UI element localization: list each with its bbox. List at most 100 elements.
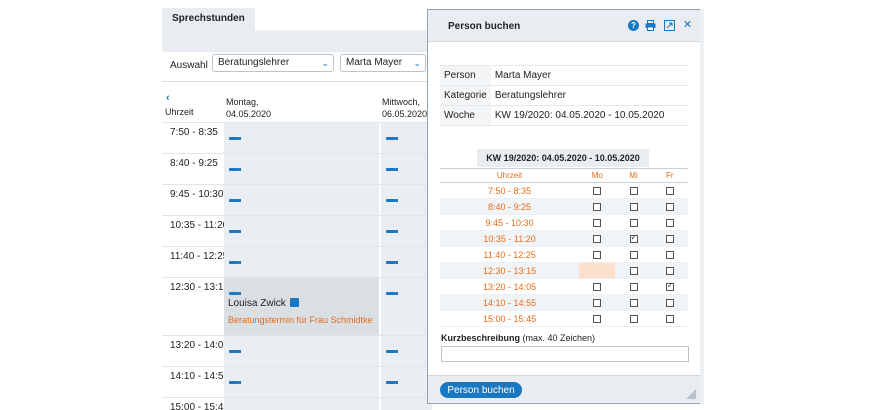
slot-checkbox-mo[interactable] — [593, 219, 602, 228]
slot-icon[interactable] — [386, 350, 398, 353]
slot-icon[interactable] — [386, 168, 398, 171]
slot-cell-wednesday[interactable] — [381, 367, 432, 397]
slot-row: 15:00 - 15:45 — [440, 310, 688, 327]
slot-row: 9:45 - 10:30 — [440, 214, 688, 231]
slot-icon[interactable] — [386, 292, 398, 295]
slot-cell-monday[interactable] — [224, 398, 379, 410]
sprechstunden-app: Sprechstunden Auswahl Beratungslehrer ⌄ … — [162, 8, 432, 410]
slot-cell-mi — [615, 294, 652, 311]
slot-icon[interactable] — [229, 199, 241, 202]
slot-checkbox-fr[interactable] — [665, 251, 674, 260]
column-header-monday: Montag, 04.05.2020 — [226, 96, 271, 120]
slot-occupied-mo — [579, 262, 616, 279]
slot-checkbox-mo[interactable] — [593, 187, 602, 196]
slot-checkbox-mi[interactable] — [629, 219, 638, 228]
slot-icon[interactable] — [229, 261, 241, 264]
slot-icon[interactable] — [229, 168, 241, 171]
kurzbeschreibung-label-hint: (max. 40 Zeichen) — [520, 333, 596, 343]
column-header-uhrzeit: Uhrzeit — [165, 107, 194, 117]
kurzbeschreibung-label-bold: Kurzbeschreibung — [441, 333, 521, 343]
help-icon[interactable]: ? — [628, 20, 639, 31]
popout-icon[interactable] — [664, 20, 675, 31]
slot-cell-mo — [579, 246, 616, 263]
slot-cell-monday[interactable] — [224, 336, 379, 366]
slot-checkbox-mi[interactable] — [629, 315, 638, 324]
slot-checkbox-mo[interactable] — [593, 251, 602, 260]
dialog-header: Person buchen ? ✕ — [428, 10, 700, 42]
slot-cell-wednesday[interactable] — [381, 247, 432, 277]
slot-cell-mo — [579, 182, 616, 199]
slot-cell-wednesday[interactable] — [381, 278, 432, 335]
slot-header-uhrzeit: Uhrzeit — [440, 168, 580, 183]
column-header-wednesday: Mittwoch, 06.05.2020 — [382, 96, 427, 120]
chevron-left-icon[interactable]: ‹ — [166, 92, 170, 104]
slot-icon[interactable] — [229, 381, 241, 384]
scrollbar-track[interactable] — [700, 9, 704, 404]
slot-checkbox-fr[interactable] — [665, 281, 674, 292]
slot-checkbox-fr[interactable] — [665, 267, 674, 276]
kurzbeschreibung-label: Kurzbeschreibung (max. 40 Zeichen) — [441, 333, 595, 343]
person-buchen-button[interactable]: Person buchen — [440, 382, 522, 398]
slot-checkbox-fr[interactable] — [665, 315, 674, 324]
slot-checkbox-mo[interactable] — [593, 315, 602, 324]
slot-cell-monday[interactable] — [224, 123, 379, 153]
slot-cell-monday[interactable]: Louisa Zwick Beratungstermin für Frau Sch… — [224, 278, 379, 335]
slot-checkbox-fr[interactable] — [665, 203, 674, 212]
close-icon[interactable]: ✕ — [682, 20, 693, 31]
slot-checkbox-mi[interactable] — [629, 187, 638, 196]
slot-cell-wednesday[interactable] — [381, 154, 432, 184]
slot-time: 7:50 - 8:35 — [440, 182, 580, 199]
slot-checkbox-mo[interactable] — [593, 203, 602, 212]
slot-checkbox-fr[interactable] — [665, 299, 674, 308]
slot-cell-wednesday[interactable] — [381, 185, 432, 215]
person-select[interactable]: Marta Mayer ⌄ — [340, 54, 426, 72]
slot-cell-wednesday[interactable] — [381, 398, 432, 410]
slot-cell-mo — [579, 214, 616, 231]
table-row: 14:10 - 14:55 — [162, 366, 432, 397]
slot-checkbox-fr[interactable] — [665, 219, 674, 228]
slot-icon[interactable] — [386, 230, 398, 233]
slot-checkbox-mo[interactable] — [593, 235, 602, 244]
info-row-kategorie: Kategorie Beratungslehrer — [440, 85, 688, 106]
slot-checkbox-mi[interactable] — [629, 203, 638, 212]
slot-checkbox-fr[interactable] — [665, 187, 674, 196]
slot-cell-fr — [651, 182, 688, 199]
slot-icon[interactable] — [386, 199, 398, 202]
slot-checkbox-mi[interactable] — [629, 233, 638, 244]
slot-cell-monday[interactable] — [224, 185, 379, 215]
print-icon[interactable] — [645, 20, 656, 31]
slot-icon[interactable] — [229, 137, 241, 140]
slot-cell-fr — [651, 198, 688, 215]
person-icon[interactable] — [289, 298, 299, 307]
slot-icon[interactable] — [229, 292, 241, 295]
kurzbeschreibung-input[interactable] — [441, 346, 689, 362]
slot-icon[interactable] — [386, 381, 398, 384]
slot-cell-monday[interactable] — [224, 216, 379, 246]
slot-checkbox-mi[interactable] — [629, 267, 638, 276]
slot-icon[interactable] — [229, 230, 241, 233]
slot-cell-monday[interactable] — [224, 367, 379, 397]
slot-icon[interactable] — [229, 350, 241, 353]
slot-cell-monday[interactable] — [224, 154, 379, 184]
slot-checkbox-mo[interactable] — [593, 299, 602, 308]
slot-cell-monday[interactable] — [224, 247, 379, 277]
slot-cell-wednesday[interactable] — [381, 336, 432, 366]
slot-icon[interactable] — [386, 261, 398, 264]
column-header-wednesday-date: 06.05.2020 — [382, 109, 428, 119]
slot-time: 14:10 - 14:55 — [440, 294, 580, 311]
resize-grip-icon[interactable] — [686, 389, 696, 399]
category-select[interactable]: Beratungslehrer ⌄ — [212, 54, 334, 72]
slot-checkbox-fr[interactable] — [665, 235, 674, 244]
column-header-monday-day: Montag, — [226, 97, 259, 107]
slot-checkbox-mi[interactable] — [629, 283, 638, 292]
tab-sprechstunden[interactable]: Sprechstunden — [162, 8, 255, 30]
slot-checkbox-mi[interactable] — [629, 251, 638, 260]
slot-checkbox-mo[interactable] — [593, 283, 602, 292]
slot-cell-mi — [615, 278, 652, 295]
slot-checkbox-mi[interactable] — [629, 299, 638, 308]
slot-cell-wednesday[interactable] — [381, 123, 432, 153]
table-row: 7:50 - 8:35 — [162, 122, 432, 153]
slot-row: 10:35 - 11:20 — [440, 230, 688, 247]
slot-icon[interactable] — [386, 137, 398, 140]
slot-cell-wednesday[interactable] — [381, 216, 432, 246]
